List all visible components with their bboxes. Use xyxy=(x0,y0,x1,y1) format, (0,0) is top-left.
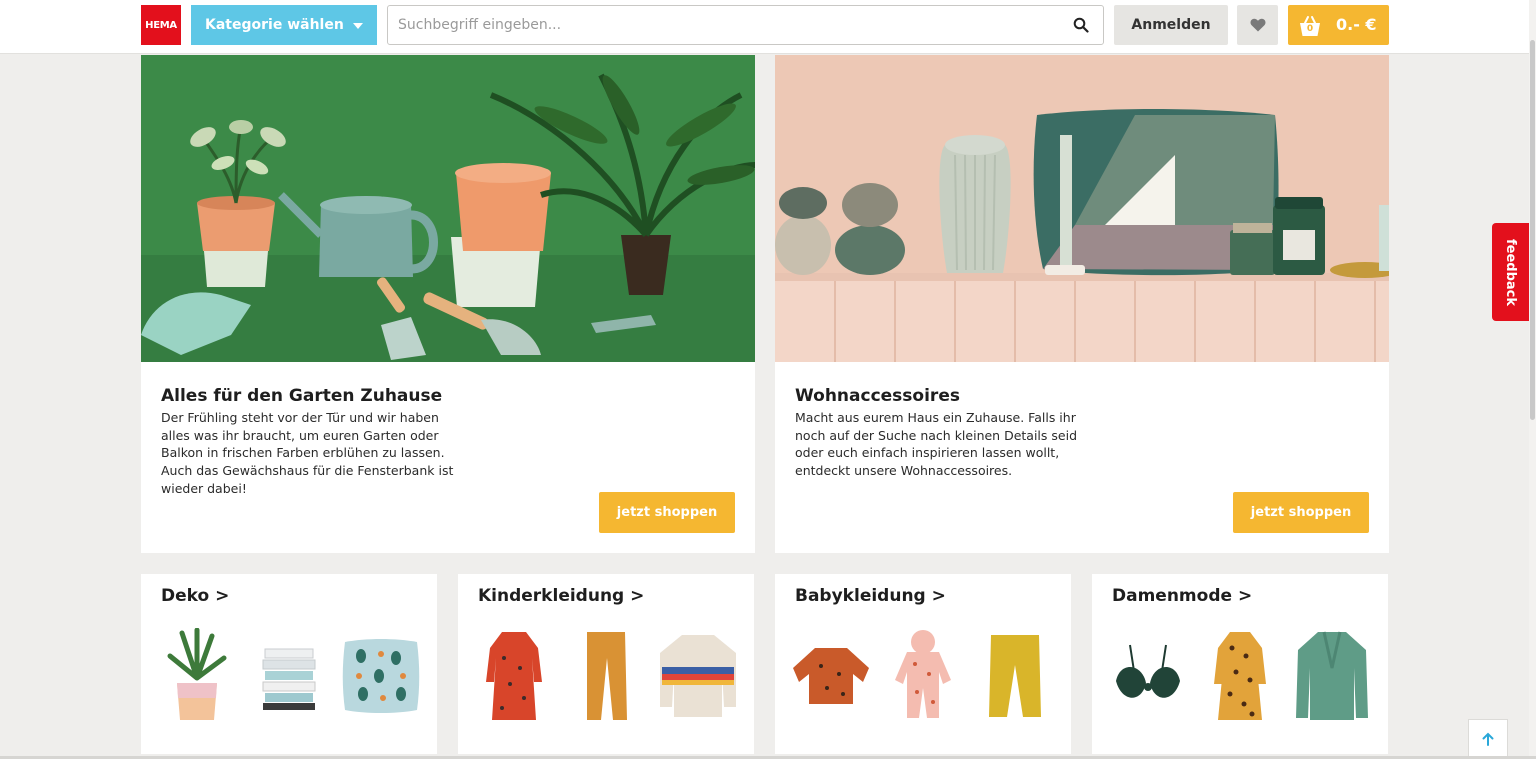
chevron-down-icon xyxy=(353,23,363,29)
product-image[interactable] xyxy=(1198,626,1282,726)
product-image[interactable] xyxy=(247,626,331,726)
product-image[interactable] xyxy=(1290,626,1374,726)
category-title: Babykleidung > xyxy=(795,586,946,606)
login-label: Anmelden xyxy=(1131,17,1211,33)
promo-title: Wohnaccessoires xyxy=(795,386,960,406)
shop-now-button[interactable]: jetzt shoppen xyxy=(599,492,735,533)
shop-now-button[interactable]: jetzt shoppen xyxy=(1233,492,1369,533)
product-image[interactable] xyxy=(564,626,648,726)
product-image[interactable] xyxy=(881,626,965,726)
category-items xyxy=(789,622,1057,730)
back-to-top-button[interactable] xyxy=(1468,719,1508,759)
promo-text: Macht aus eurem Haus ein Zuhause. Falls … xyxy=(795,410,1078,479)
page-scrollbar[interactable] xyxy=(1529,0,1536,759)
product-image[interactable] xyxy=(656,626,740,726)
category-card-damenmode[interactable]: Damenmode > xyxy=(1092,574,1388,754)
cart-count: 0 xyxy=(1306,24,1314,34)
promo-text: Der Frühling steht vor der Tür und wir h… xyxy=(161,410,454,496)
search-box xyxy=(387,5,1104,45)
hema-logo[interactable]: HEMA xyxy=(141,5,181,45)
product-image[interactable] xyxy=(789,626,873,726)
site-header: HEMA Kategorie wählen Anmelden 0 0.- € xyxy=(0,0,1536,54)
search-icon[interactable] xyxy=(1073,17,1089,33)
category-select-button[interactable]: Kategorie wählen xyxy=(191,5,377,45)
logo-text: HEMA xyxy=(145,19,177,31)
category-card-deko[interactable]: Deko > xyxy=(141,574,437,754)
category-title: Deko > xyxy=(161,586,230,606)
cart-total: 0.- € xyxy=(1336,15,1377,34)
scrollbar-thumb[interactable] xyxy=(1530,40,1535,420)
product-image[interactable] xyxy=(1106,626,1190,726)
promo-card-garden[interactable]: Alles für den Garten Zuhause Der Frühlin… xyxy=(141,55,755,553)
product-image[interactable] xyxy=(155,626,239,726)
category-title: Damenmode > xyxy=(1112,586,1253,606)
wishlist-button[interactable] xyxy=(1237,5,1278,45)
feedback-tab[interactable]: feedback xyxy=(1492,223,1529,321)
category-title: Kinderkleidung > xyxy=(478,586,645,606)
cart-button[interactable]: 0 0.- € xyxy=(1288,5,1389,45)
category-card-kinderkleidung[interactable]: Kinderkleidung > xyxy=(458,574,754,754)
category-select-label: Kategorie wählen xyxy=(205,17,344,33)
login-button[interactable]: Anmelden xyxy=(1114,5,1228,45)
feedback-label: feedback xyxy=(1503,238,1518,306)
arrow-up-icon xyxy=(1482,732,1494,746)
promo-title: Alles für den Garten Zuhause xyxy=(161,386,443,406)
category-items xyxy=(472,622,740,730)
product-image[interactable] xyxy=(973,626,1057,726)
category-items xyxy=(1106,622,1374,730)
product-image[interactable] xyxy=(472,626,556,726)
product-image[interactable] xyxy=(339,626,423,726)
category-card-babykleidung[interactable]: Babykleidung > xyxy=(775,574,1071,754)
home-accessories-promo-image[interactable] xyxy=(775,55,1389,362)
category-items xyxy=(155,622,423,730)
garden-promo-image[interactable] xyxy=(141,55,755,362)
promo-card-home-accessories[interactable]: Wohnaccessoires Macht aus eurem Haus ein… xyxy=(775,55,1389,553)
heart-icon xyxy=(1250,18,1265,32)
search-input[interactable] xyxy=(398,14,1048,36)
